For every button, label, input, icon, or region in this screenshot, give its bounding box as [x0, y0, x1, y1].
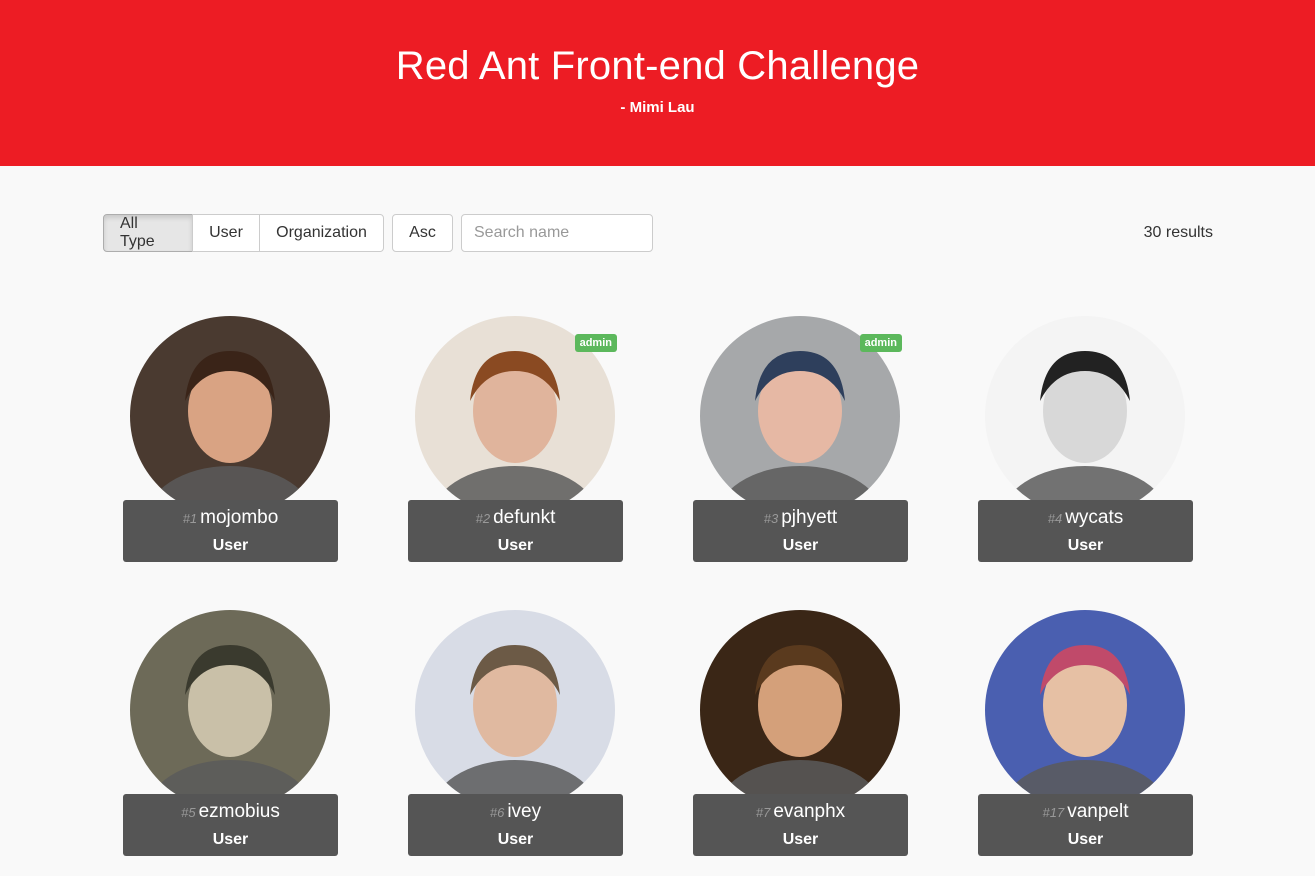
user-rank-number: #6	[489, 805, 505, 820]
user-login[interactable]: ivey	[507, 801, 541, 822]
user-login[interactable]: ezmobius	[199, 801, 280, 822]
user-type: User	[782, 537, 819, 554]
type-filter-group: All Type User Organization	[103, 214, 384, 252]
admin-badge: admin	[574, 334, 617, 352]
user-label-box: #2 defunkt User	[408, 500, 623, 562]
avatar-portrait-icon	[700, 610, 900, 810]
filter-organization-button[interactable]: Organization	[259, 214, 384, 252]
user-login[interactable]: defunkt	[493, 507, 555, 528]
search-name-input[interactable]	[461, 214, 653, 252]
user-avatar[interactable]	[415, 610, 615, 810]
filter-all-type-button[interactable]: All Type	[103, 214, 193, 252]
user-card[interactable]: admin #3 pjhyett User	[693, 316, 908, 562]
user-name-line: #1 mojombo	[123, 507, 338, 529]
user-type: User	[497, 831, 534, 848]
user-login[interactable]: vanpelt	[1067, 801, 1128, 822]
user-card[interactable]: #1 mojombo User	[123, 316, 338, 562]
user-rank-number: #17	[1042, 805, 1065, 820]
page-header: Red Ant Front-end Challenge - Mimi Lau	[0, 0, 1315, 166]
user-type: User	[1067, 537, 1104, 554]
user-label-box: #5 ezmobius User	[123, 794, 338, 856]
user-name-line: #2 defunkt	[408, 507, 623, 529]
user-card[interactable]: #5 ezmobius User	[123, 610, 338, 856]
user-card[interactable]: #4 wycats User	[978, 316, 1193, 562]
user-login[interactable]: pjhyett	[781, 507, 837, 528]
user-login[interactable]: evanphx	[773, 801, 845, 822]
filter-user-button[interactable]: User	[192, 214, 260, 252]
filter-toolbar: All Type User Organization Asc 30 result…	[103, 214, 1213, 252]
avatar-portrait-icon	[415, 610, 615, 810]
user-label-box: #1 mojombo User	[123, 500, 338, 562]
user-name-line: #3 pjhyett	[693, 507, 908, 529]
user-rank-number: #4	[1047, 511, 1063, 526]
user-type: User	[497, 537, 534, 554]
user-rank-number: #3	[763, 511, 779, 526]
user-name-line: #4 wycats	[978, 507, 1193, 529]
admin-badge: admin	[859, 334, 902, 352]
page-title: Red Ant Front-end Challenge	[395, 44, 920, 88]
user-avatar[interactable]	[700, 610, 900, 810]
user-label-box: #17 vanpelt User	[978, 794, 1193, 856]
user-avatar[interactable]	[985, 316, 1185, 516]
user-name-line: #7 evanphx	[693, 801, 908, 823]
user-login[interactable]: mojombo	[200, 507, 278, 528]
results-count: 30 results	[1143, 224, 1213, 241]
user-label-box: #6 ivey User	[408, 794, 623, 856]
user-type: User	[212, 831, 249, 848]
user-card[interactable]: #17 vanpelt User	[978, 610, 1193, 856]
user-rank-number: #5	[181, 805, 196, 820]
avatar-portrait-icon	[985, 610, 1185, 810]
user-card[interactable]: #7 evanphx User	[693, 610, 908, 856]
user-type: User	[212, 537, 249, 554]
user-avatar[interactable]	[985, 610, 1185, 810]
avatar-portrait-icon	[985, 316, 1185, 516]
user-name-line: #5 ezmobius	[123, 801, 338, 823]
user-rank-number: #7	[755, 805, 771, 820]
user-type: User	[1067, 831, 1104, 848]
user-rank-number: #1	[182, 511, 198, 526]
page-subtitle: - Mimi Lau	[620, 99, 695, 116]
sort-order-button[interactable]: Asc	[392, 214, 453, 252]
user-type: User	[782, 831, 819, 848]
user-name-line: #6 ivey	[408, 801, 623, 823]
user-login[interactable]: wycats	[1065, 507, 1123, 528]
avatar-portrait-icon	[130, 316, 330, 516]
user-card[interactable]: admin #2 defunkt User	[408, 316, 623, 562]
user-label-box: #3 pjhyett User	[693, 500, 908, 562]
user-label-box: #7 evanphx User	[693, 794, 908, 856]
user-label-box: #4 wycats User	[978, 500, 1193, 562]
user-avatar[interactable]	[130, 610, 330, 810]
avatar-portrait-icon	[130, 610, 330, 810]
user-card[interactable]: #6 ivey User	[408, 610, 623, 856]
user-name-line: #17 vanpelt	[978, 801, 1193, 823]
user-avatar[interactable]	[130, 316, 330, 516]
user-rank-number: #2	[475, 511, 491, 526]
